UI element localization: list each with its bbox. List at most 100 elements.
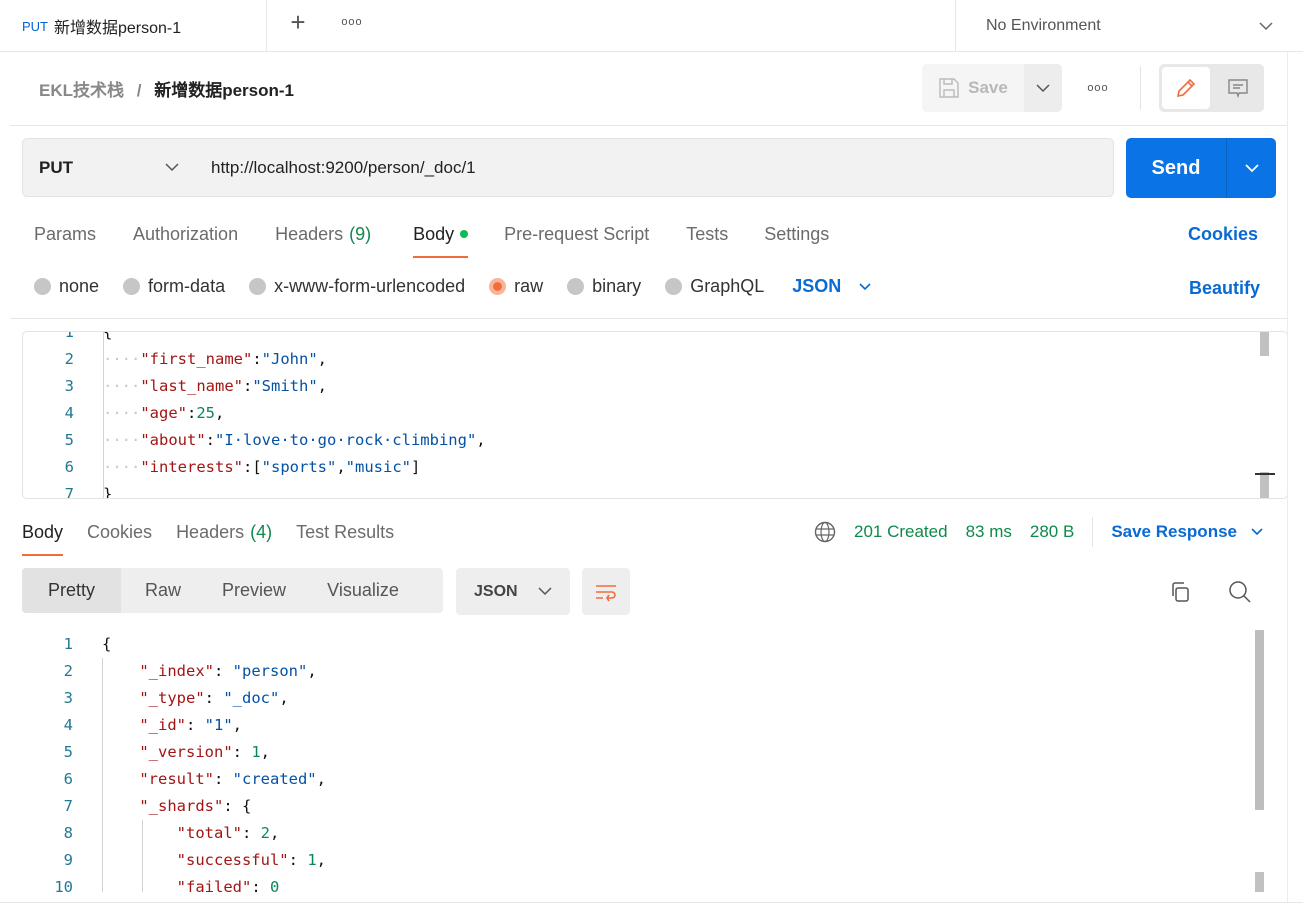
code-token: "_index": [139, 661, 214, 680]
tab-headers[interactable]: Headers (9): [275, 210, 371, 258]
code-text: }: [103, 484, 113, 499]
response-body-viewer[interactable]: 1{2 "_index": "person", 3 "_type": "_doc"…: [22, 630, 1276, 892]
radio-label: raw: [514, 276, 544, 296]
radio-x-www-form-urlencoded[interactable]: x-www-form-urlencoded: [249, 276, 465, 297]
response-tab-test-results[interactable]: Test Results: [296, 508, 394, 556]
code-token: ,: [316, 769, 326, 788]
view-raw[interactable]: Raw: [121, 568, 205, 613]
radio-none[interactable]: none: [34, 276, 99, 297]
response-scrollbar-thumb[interactable]: [1255, 630, 1264, 810]
response-tab-cookies[interactable]: Cookies: [87, 508, 152, 556]
response-tab-body[interactable]: Body: [22, 508, 64, 556]
code-token: :: [205, 430, 215, 449]
response-format-select[interactable]: JSON: [456, 568, 570, 615]
code-line: 4 ····"age":25,: [23, 399, 1287, 426]
code-text: {: [102, 635, 111, 653]
code-token: 2: [260, 823, 270, 842]
radio-button-icon: [249, 278, 267, 295]
code-token: "_shards": [139, 796, 224, 815]
breadcrumb-collection[interactable]: EKL技术栈: [39, 81, 124, 100]
comments-button[interactable]: [1215, 67, 1261, 109]
code-line: 5 ····"about":"I·love·to·go·rock·climbing…: [23, 426, 1287, 453]
code-token: ,: [270, 823, 280, 842]
line-number: 2: [63, 661, 73, 680]
copy-button[interactable]: [1166, 578, 1194, 606]
code-token: :: [213, 769, 233, 788]
editor-scrollbar-thumb[interactable]: [1260, 472, 1269, 498]
tab-settings[interactable]: Settings: [764, 210, 829, 258]
code-line: 2 "_index": "person",: [22, 657, 1276, 684]
radio-label: none: [59, 276, 100, 296]
code-token: "created": [232, 769, 317, 788]
request-tabs: Params Authorization Headers (9) Body Pre-req…: [34, 210, 829, 258]
indent: ····: [103, 376, 141, 395]
send-button-group: Send: [1126, 138, 1276, 198]
save-response-button[interactable]: Save Response: [1111, 522, 1263, 542]
tab-label: Params: [34, 223, 97, 244]
breadcrumb: EKL技术栈 / 新增数据person-1: [39, 76, 294, 101]
search-icon: [1229, 581, 1251, 603]
more-actions-icon[interactable]: ooo: [1084, 74, 1112, 102]
code-token: :: [252, 349, 262, 368]
chevron-down-icon: [538, 587, 552, 596]
cookies-link[interactable]: Cookies: [1188, 224, 1258, 245]
radio-raw[interactable]: raw: [489, 276, 543, 297]
panel-border: [1287, 52, 1288, 902]
code-token: "Smith": [252, 376, 318, 395]
radio-form-data[interactable]: form-data: [123, 276, 225, 297]
radio-binary[interactable]: binary: [567, 276, 641, 297]
body-format-label: JSON: [792, 276, 842, 296]
request-body-editor[interactable]: 1{2 ····"first_name":"John", 3 ····"last_na…: [22, 331, 1288, 499]
tab-tests[interactable]: Tests: [686, 210, 728, 258]
code-token: "about": [140, 430, 206, 449]
line-number: 8: [63, 823, 73, 842]
send-options-button[interactable]: [1227, 138, 1276, 198]
tab-params[interactable]: Params: [34, 210, 96, 258]
code-token: "1": [204, 715, 233, 734]
code-text: {: [103, 332, 112, 341]
edit-mode-button[interactable]: [1162, 67, 1210, 109]
divider: [1140, 66, 1141, 110]
save-button[interactable]: Save: [922, 64, 1024, 112]
view-visualize[interactable]: Visualize: [303, 568, 423, 613]
divider: [10, 125, 1287, 126]
method-select[interactable]: PUT: [22, 138, 196, 197]
code-text: "total": 2,: [102, 823, 280, 842]
response-tab-headers[interactable]: Headers (4): [176, 508, 272, 556]
radio-GraphQL[interactable]: GraphQL: [665, 276, 764, 297]
editor-scrollbar[interactable]: [1260, 332, 1269, 356]
tab-label: Authorization: [133, 223, 239, 244]
radio-button-icon: [34, 278, 51, 295]
copy-icon: [1172, 582, 1189, 602]
indent: ····: [103, 403, 141, 422]
url-input[interactable]: http://localhost:9200/person/_doc/1: [195, 138, 1114, 197]
tab-pre-request-script[interactable]: Pre-request Script: [504, 210, 649, 258]
tab-body[interactable]: Body: [413, 210, 469, 258]
code-token: }: [103, 484, 113, 499]
plus-icon[interactable]: +: [284, 7, 312, 37]
code-token: :: [213, 661, 233, 680]
modified-dot-icon: [460, 230, 469, 238]
tab-authorization[interactable]: Authorization: [133, 210, 238, 258]
divider: [1092, 517, 1094, 547]
wrap-lines-button[interactable]: [582, 568, 630, 615]
body-format-select[interactable]: JSON: [792, 276, 871, 297]
beautify-button[interactable]: Beautify: [1189, 278, 1260, 299]
chevron-down-icon: [165, 163, 179, 172]
search-button[interactable]: [1226, 578, 1254, 606]
view-pretty[interactable]: Pretty: [22, 568, 121, 613]
send-button[interactable]: Send: [1126, 138, 1227, 198]
chevron-down-icon: [1036, 83, 1050, 92]
ellipsis-icon[interactable]: ooo: [338, 8, 366, 36]
save-options-button[interactable]: [1024, 64, 1062, 112]
radio-label: binary: [592, 276, 642, 296]
view-preview[interactable]: Preview: [205, 568, 303, 613]
environment-selector[interactable]: No Environment: [955, 0, 1303, 52]
globe-icon: [814, 521, 836, 543]
code-token: ,: [476, 430, 486, 449]
request-tab[interactable]: PUT 新增数据person-1: [10, 0, 267, 52]
